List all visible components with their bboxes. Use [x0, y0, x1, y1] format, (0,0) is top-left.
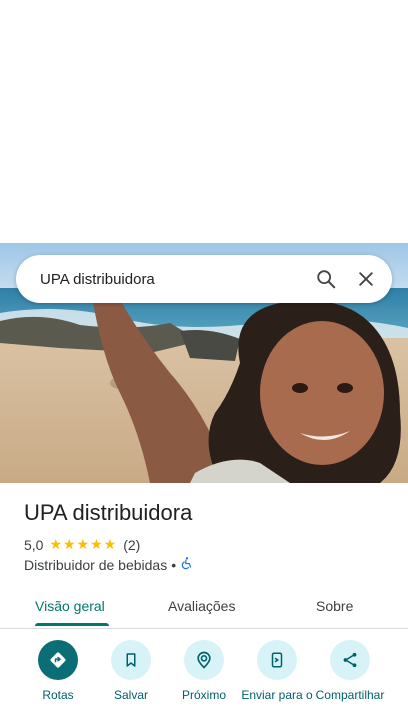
active-tab-indicator	[35, 623, 109, 626]
close-icon[interactable]	[346, 259, 386, 299]
directions-button[interactable]: Rotas	[18, 640, 98, 702]
nearby-button[interactable]: Próximo	[164, 640, 244, 702]
search-input[interactable]: UPA distribuidora	[40, 271, 306, 288]
directions-icon	[38, 640, 78, 680]
directions-label: Rotas	[42, 688, 74, 702]
send-to-phone-label: Enviar para o	[241, 688, 313, 702]
nearby-icon	[184, 640, 224, 680]
nearby-label: Próximo	[181, 688, 226, 702]
tab-about[interactable]: Sobre	[316, 584, 353, 628]
place-category: Distribuidor de bebidas	[24, 556, 168, 573]
search-bar[interactable]: UPA distribuidora	[16, 255, 392, 303]
send-to-phone-button[interactable]: Enviar para o	[237, 640, 317, 702]
tab-overview[interactable]: Visão geral	[35, 584, 105, 628]
review-count[interactable]: (2)	[123, 537, 140, 553]
rating-row[interactable]: 5,0 ★★★★★ (2)	[24, 536, 140, 553]
share-label: Compartilhar	[315, 688, 385, 702]
tab-reviews[interactable]: Avaliações	[168, 584, 235, 628]
save-button[interactable]: Salvar	[91, 640, 171, 702]
share-icon	[330, 640, 370, 680]
wheelchair-accessible-icon	[180, 556, 194, 573]
category-row: Distribuidor de bebidas •	[24, 556, 194, 573]
rating-value: 5,0	[24, 536, 44, 553]
blank-map-area	[0, 0, 408, 243]
star-rating: ★★★★★	[49, 536, 118, 552]
action-buttons: Rotas Salvar Próximo Enviar para o Compa…	[0, 640, 408, 726]
bookmark-icon	[111, 640, 151, 680]
share-button[interactable]: Compartilhar	[310, 640, 390, 702]
save-label: Salvar	[113, 688, 148, 702]
separator-dot: •	[171, 556, 177, 573]
search-icon[interactable]	[306, 259, 346, 299]
place-title: UPA distribuidora	[24, 500, 193, 525]
send-to-phone-icon	[257, 640, 297, 680]
